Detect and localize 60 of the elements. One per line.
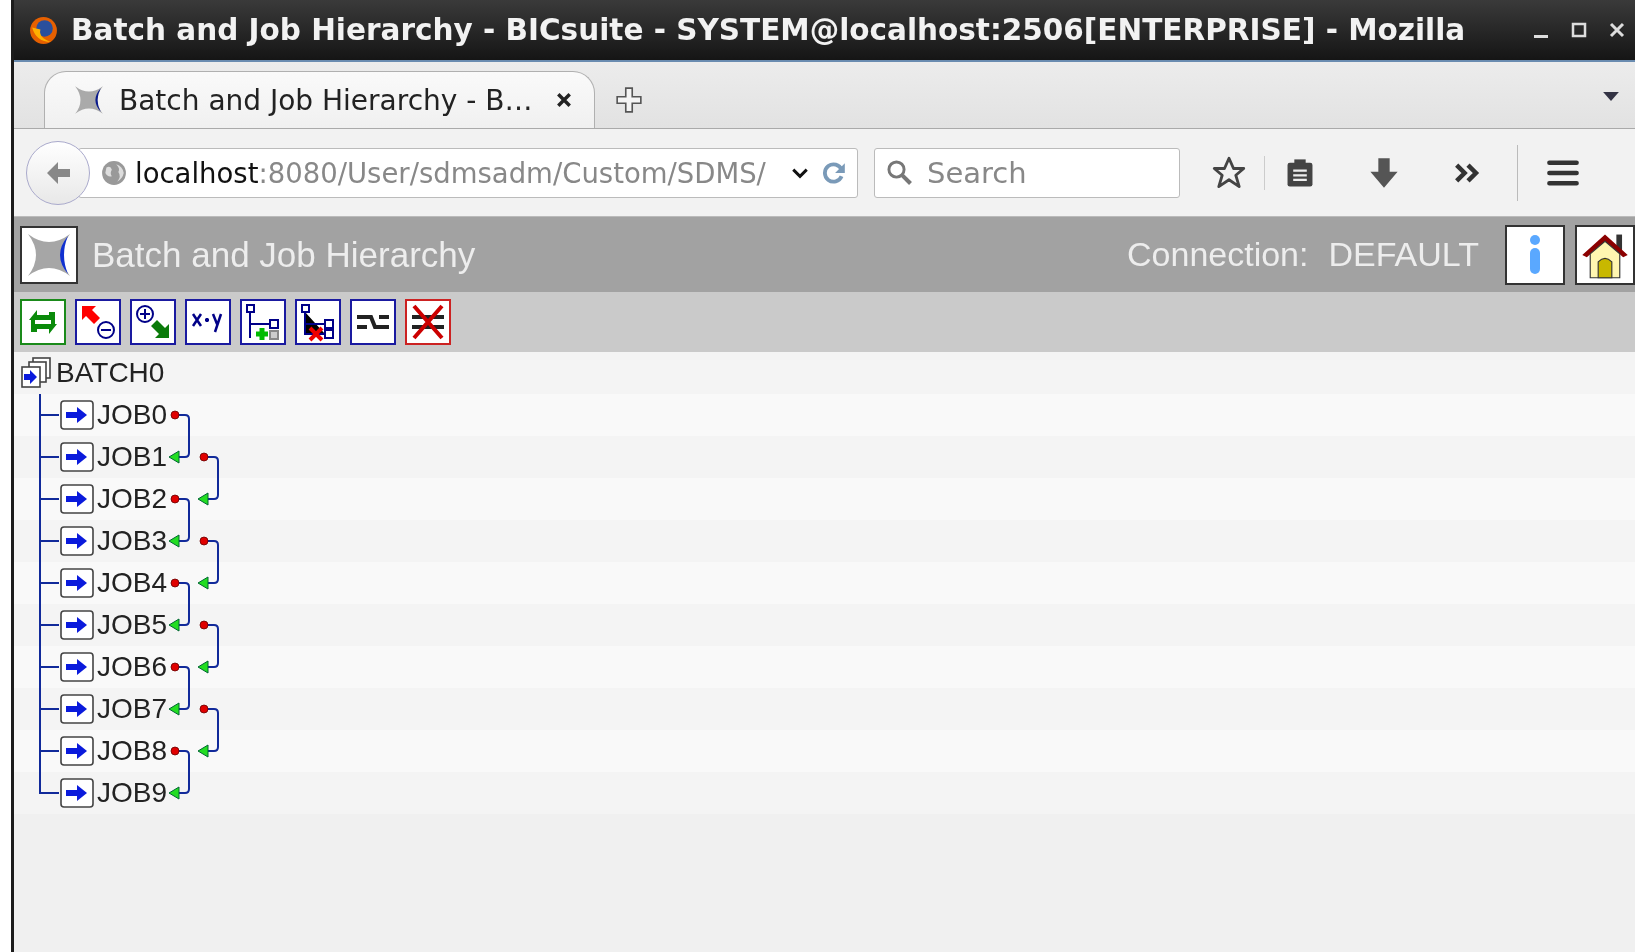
dropdown-caret-icon[interactable] (1603, 92, 1619, 101)
bookmark-star-icon[interactable] (1212, 155, 1246, 190)
arrow-right-icon (60, 526, 94, 556)
app-logo-icon (20, 225, 78, 284)
arrow-right-icon (60, 484, 94, 514)
tree-line (39, 520, 59, 562)
arrow-right-icon (60, 778, 94, 808)
remove-child-button[interactable] (295, 299, 341, 345)
tree-node[interactable]: JOB1 (60, 441, 168, 473)
home-button[interactable] (1575, 224, 1635, 285)
arrow-right-icon (60, 568, 94, 598)
tree-line (39, 688, 59, 730)
add-child-button[interactable] (240, 299, 286, 345)
close-tab-icon[interactable] (556, 92, 573, 108)
formula-button[interactable] (185, 299, 231, 345)
tree-node[interactable]: BATCH0 (20, 357, 165, 389)
tree-line (39, 394, 59, 436)
window-title: Batch and Job Hierarchy - BICsuite - SYSTEM@localhost:2506[ENTERPRISE] - Mozilla (71, 13, 1466, 47)
arrow-right-icon (60, 736, 94, 766)
close-icon[interactable] (1607, 20, 1627, 40)
tree-node[interactable]: JOB9 (60, 777, 168, 809)
maximize-icon[interactable] (1569, 20, 1589, 40)
info-button[interactable] (1505, 224, 1565, 285)
search-field[interactable]: Search (874, 147, 1180, 198)
arrow-right-icon (60, 400, 94, 430)
browser-logo-icon (28, 14, 59, 46)
tree-node[interactable]: JOB4 (60, 567, 168, 599)
link-button[interactable] (350, 299, 396, 345)
page-title: Batch and Job Hierarchy (92, 234, 476, 275)
address-field[interactable]: localhost:8080/User/sdmsadm/Custom/SDMS/ (78, 147, 858, 198)
tree-line (39, 478, 59, 520)
unlink-button[interactable] (405, 299, 451, 345)
arrow-right-icon (60, 610, 94, 640)
tree-line (39, 604, 59, 646)
tree-line (39, 436, 59, 478)
reload-icon[interactable] (821, 159, 847, 186)
chevron-down-icon[interactable] (791, 166, 809, 179)
tree-node[interactable]: JOB2 (60, 483, 168, 515)
connection-label: Connection: (1127, 235, 1309, 274)
tree-line (39, 646, 59, 688)
arrow-right-icon (60, 652, 94, 682)
search-icon (886, 158, 914, 187)
tree-node[interactable]: JOB8 (60, 735, 168, 767)
tree-node[interactable]: JOB5 (60, 609, 168, 641)
browser-tab[interactable]: Batch and Job Hierarchy - B… (44, 71, 596, 128)
connection-name: DEFAULT (1328, 235, 1479, 274)
stacked-boxes-icon (20, 357, 52, 389)
arrow-right-icon (60, 694, 94, 724)
collapse-button[interactable] (75, 299, 121, 345)
expand-button[interactable] (130, 299, 176, 345)
globe-icon (101, 159, 127, 186)
star-logo-icon (73, 84, 105, 116)
tree-node[interactable]: JOB0 (60, 399, 168, 431)
tree-line (39, 562, 59, 604)
refresh-button[interactable] (20, 299, 66, 345)
tree-node[interactable]: JOB6 (60, 651, 168, 683)
new-tab-icon[interactable] (615, 86, 644, 114)
tree-node[interactable]: JOB7 (60, 693, 168, 725)
tree-node[interactable]: JOB3 (60, 525, 168, 557)
arrow-right-icon (60, 442, 94, 472)
